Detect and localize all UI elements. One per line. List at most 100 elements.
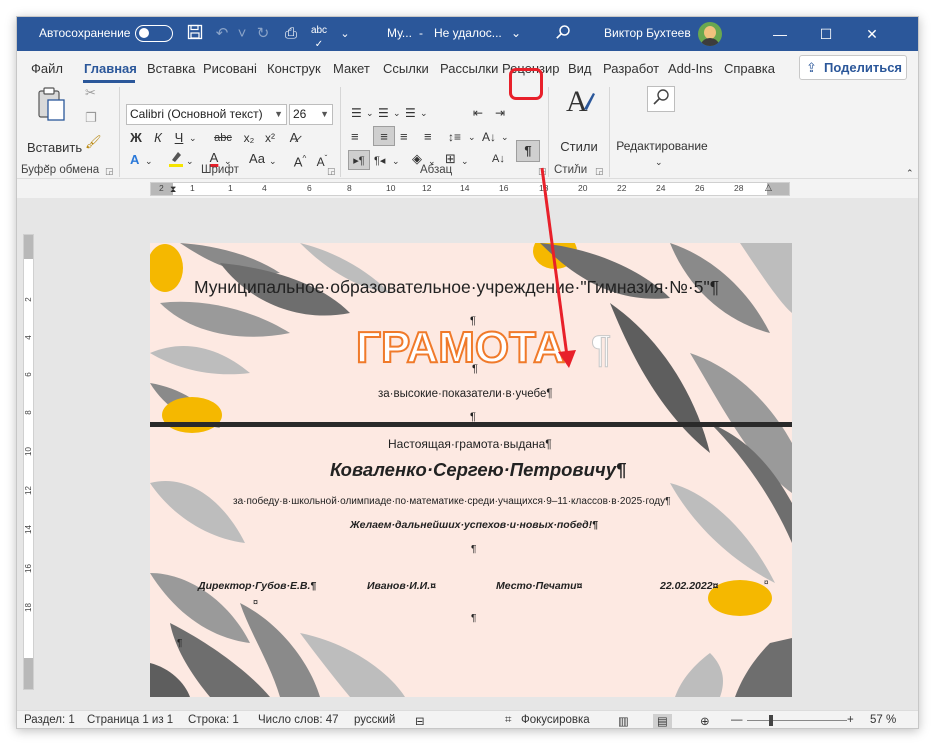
numbering-icon[interactable]: ☰ [378,103,389,123]
change-case-dropdown-icon[interactable]: ⌄ [269,151,277,171]
save-status[interactable]: Не удалос... [434,26,502,40]
sort-icon[interactable]: A↓ [482,127,496,147]
grow-font-icon[interactable]: A^ [289,149,311,169]
bold-button[interactable]: Ж [126,128,146,148]
borders-dropdown-icon[interactable]: ⌄ [461,151,469,171]
focus-label[interactable]: Фокусировка [521,714,590,726]
accessibility-icon[interactable]: ⊟ [415,714,425,728]
save-icon[interactable] [185,24,205,44]
spelling-icon[interactable]: abc ✓ [309,24,329,50]
bullets-icon[interactable]: ☰ [351,103,362,123]
superscript-button[interactable]: x² [261,128,279,148]
align-left-icon[interactable]: ≡ [351,127,359,147]
font-launcher-icon[interactable]: ◲ [327,166,336,177]
undo-icon[interactable]: ↶ [212,24,232,44]
date-text[interactable]: 22.02.2022¤ [660,580,718,592]
status-language[interactable]: русский [354,714,395,726]
italic-button[interactable]: К [149,128,167,148]
redo-icon[interactable]: ↻ [253,24,273,44]
sort-alpha-icon[interactable]: A↓ [492,149,505,169]
tab-developer[interactable]: Разработ [603,61,659,76]
tab-home[interactable]: Главная [84,61,137,76]
institution-text[interactable]: Муниципальное·образовательное·учреждение… [194,277,719,298]
numbering-dropdown-icon[interactable]: ⌄ [393,103,401,123]
paste-icon[interactable] [33,85,69,125]
document-page[interactable]: Муниципальное·образовательное·учреждение… [150,243,792,697]
justify-icon[interactable]: ≡ [424,127,432,147]
copy-icon[interactable]: ❐ [85,108,97,128]
ltr-direction-button[interactable]: ▸¶ [348,150,370,170]
focus-icon[interactable]: ⌗ [505,714,511,727]
status-page[interactable]: Страница 1 из 1 [87,714,173,726]
sort-dropdown-icon[interactable]: ⌄ [501,127,509,147]
underline-button[interactable]: Ч [170,128,188,148]
editing-dropdown-icon[interactable]: ⌄ [655,152,663,172]
font-size-select[interactable]: 26 ▼ [289,104,333,125]
tab-insert[interactable]: Вставка [147,61,195,76]
close-button[interactable]: ✕ [849,17,895,51]
paste-label[interactable]: Вставить [27,138,82,158]
given-to-text[interactable]: Настоящая·грамота·выдана¶ [388,437,552,451]
increase-indent-icon[interactable]: ⇥ [495,103,505,123]
rtl-direction-icon[interactable]: ¶◂ [374,151,385,171]
title-dropdown-icon[interactable]: ⌄ [511,26,521,40]
subtitle-text[interactable]: за·высокие·показатели·в·учебе¶ [378,388,553,400]
font-name-select[interactable]: Calibri (Основной текст) ▼ [126,104,287,125]
director-signature[interactable]: Директор·Губов·Е.В.¶ [198,580,316,592]
ivanov-signature[interactable]: Иванов·И.И.¤ [367,580,436,592]
tab-file[interactable]: Файл [31,61,63,76]
print-layout-view-icon[interactable]: ▤ [653,714,672,728]
status-word-count[interactable]: Число слов: 47 [258,714,339,726]
zoom-slider[interactable] [747,720,847,721]
undo-dropdown-icon[interactable]: ˅ [232,24,252,44]
wishes-text[interactable]: Желаем·дальнейших·успехов·и·новых·побед!… [350,519,598,531]
minimize-button[interactable]: — [757,17,803,51]
tab-design[interactable]: Конструк [267,61,321,76]
zoom-slider-thumb[interactable] [769,715,773,726]
clipboard-launcher-icon[interactable]: ◲ [105,166,114,177]
zoom-level[interactable]: 57 % [870,714,896,726]
reason-text[interactable]: за·победу·в·школьной·олимпиаде·по·матема… [233,496,670,507]
recipient-name[interactable]: Коваленко·Сергею·Петровичу¶ [330,459,626,481]
text-effects-dropdown-icon[interactable]: ⌄ [145,151,153,171]
customize-quick-access-icon[interactable]: ⌄ [335,24,355,44]
underline-dropdown-icon[interactable]: ⌄ [189,128,197,148]
direction-dropdown-icon[interactable]: ⌄ [392,151,400,171]
tab-layout[interactable]: Макет [333,61,370,76]
highlight-color-icon[interactable] [167,148,185,168]
tab-view[interactable]: Вид [568,61,592,76]
format-painter-icon[interactable]: 🖌 [85,132,102,152]
show-formatting-marks-button[interactable]: ¶ [516,140,540,162]
read-mode-icon[interactable]: ▥ [618,714,629,728]
status-line[interactable]: Строка: 1 [188,714,239,726]
tab-add-ins[interactable]: Add-Ins [668,61,713,76]
bullets-dropdown-icon[interactable]: ⌄ [366,103,374,123]
status-section[interactable]: Раздел: 1 [24,714,75,726]
title-text[interactable]: ГРАМОТА [355,322,566,373]
multilevel-list-icon[interactable]: ☰ [405,103,416,123]
document-name[interactable]: Му... [387,26,412,40]
subscript-button[interactable]: x₂ [240,128,258,148]
user-avatar[interactable] [698,22,722,46]
tab-draw[interactable]: Рисовані [203,61,257,76]
multilevel-dropdown-icon[interactable]: ⌄ [420,103,428,123]
tab-help[interactable]: Справка [724,61,775,76]
clear-formatting-icon[interactable]: A̷ [285,128,303,148]
share-button[interactable]: ⇪ Поделиться [799,55,907,80]
cut-icon[interactable]: ✂ [85,83,96,103]
line-spacing-icon[interactable]: ↕≡ [448,127,461,147]
styles-launcher-icon[interactable]: ◲ [595,166,604,177]
text-effects-icon[interactable]: A [130,150,139,170]
tab-references[interactable]: Ссылки [383,61,429,76]
user-name[interactable]: Виктор Бухтеев [604,26,691,40]
highlight-dropdown-icon[interactable]: ⌄ [186,151,194,171]
align-right-icon[interactable]: ≡ [400,127,408,147]
paragraph-launcher-icon[interactable]: ◲ [538,166,547,177]
print-layout-icon[interactable]: ⎙ [281,24,301,44]
decrease-indent-icon[interactable]: ⇤ [473,103,483,123]
indent-marker-icon[interactable]: ⧗ [170,179,176,199]
maximize-button[interactable]: ☐ [803,17,849,51]
align-center-button[interactable]: ≡ [373,126,395,146]
styles-icon[interactable]: A [563,83,597,119]
zoom-out-button[interactable]: — [731,714,743,726]
